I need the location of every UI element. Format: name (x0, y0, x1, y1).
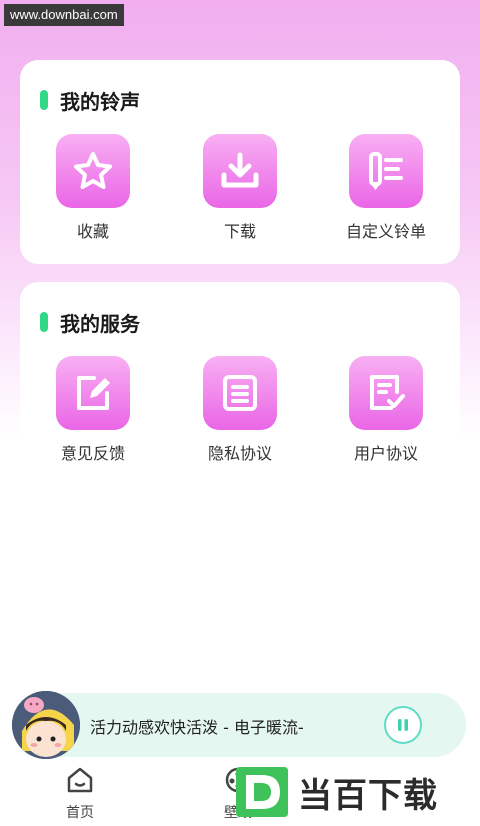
custom-playlist-label: 自定义铃单 (345, 222, 426, 241)
pause-icon (398, 719, 408, 731)
download-button[interactable]: 下载 (180, 134, 300, 242)
watermark-url: www.downbai.com (4, 4, 124, 26)
album-cover (12, 691, 80, 759)
favorites-button[interactable]: 收藏 (33, 134, 153, 242)
star-icon (56, 134, 130, 208)
privacy-policy-button[interactable]: 隐私协议 (180, 356, 300, 464)
service-section-title: 我的服务 (60, 311, 140, 336)
ringtone-section-title: 我的铃声 (60, 89, 140, 114)
user-agreement-label: 用户协议 (353, 444, 418, 463)
download-icon (203, 134, 277, 208)
brand-text: 当百下载 (298, 775, 438, 816)
home-icon (67, 767, 93, 793)
service-section-header: 我的服务 (40, 310, 140, 336)
playlist-icon (349, 134, 423, 208)
checklist-icon (349, 356, 423, 430)
d-logo-icon (236, 767, 288, 817)
section-accent-bar (40, 90, 48, 110)
ringtone-section-header: 我的铃声 (40, 88, 140, 114)
brand-watermark: 当百下载 (234, 764, 474, 820)
document-icon (203, 356, 277, 430)
song-title: 活力动感欢快活泼 - 电子暖流- (90, 718, 304, 737)
edit-icon (56, 356, 130, 430)
user-agreement-button[interactable]: 用户协议 (326, 356, 446, 464)
mini-player[interactable]: 活力动感欢快活泼 - 电子暖流- (12, 691, 466, 759)
privacy-policy-label: 隐私协议 (207, 444, 272, 463)
service-card: 我的服务 意见反馈 隐私协议 用户协议 (20, 282, 460, 486)
favorites-label: 收藏 (76, 222, 109, 241)
feedback-button[interactable]: 意见反馈 (33, 356, 153, 464)
section-accent-bar (40, 312, 48, 332)
download-label: 下载 (223, 222, 256, 241)
feedback-label: 意见反馈 (60, 444, 125, 463)
pause-button[interactable] (384, 706, 422, 744)
custom-playlist-button[interactable]: 自定义铃单 (326, 134, 446, 242)
ringtone-card: 我的铃声 收藏 下载 自定义铃单 (20, 60, 460, 264)
tab-home[interactable]: 首页 (40, 766, 120, 822)
tab-home-label: 首页 (66, 805, 94, 821)
